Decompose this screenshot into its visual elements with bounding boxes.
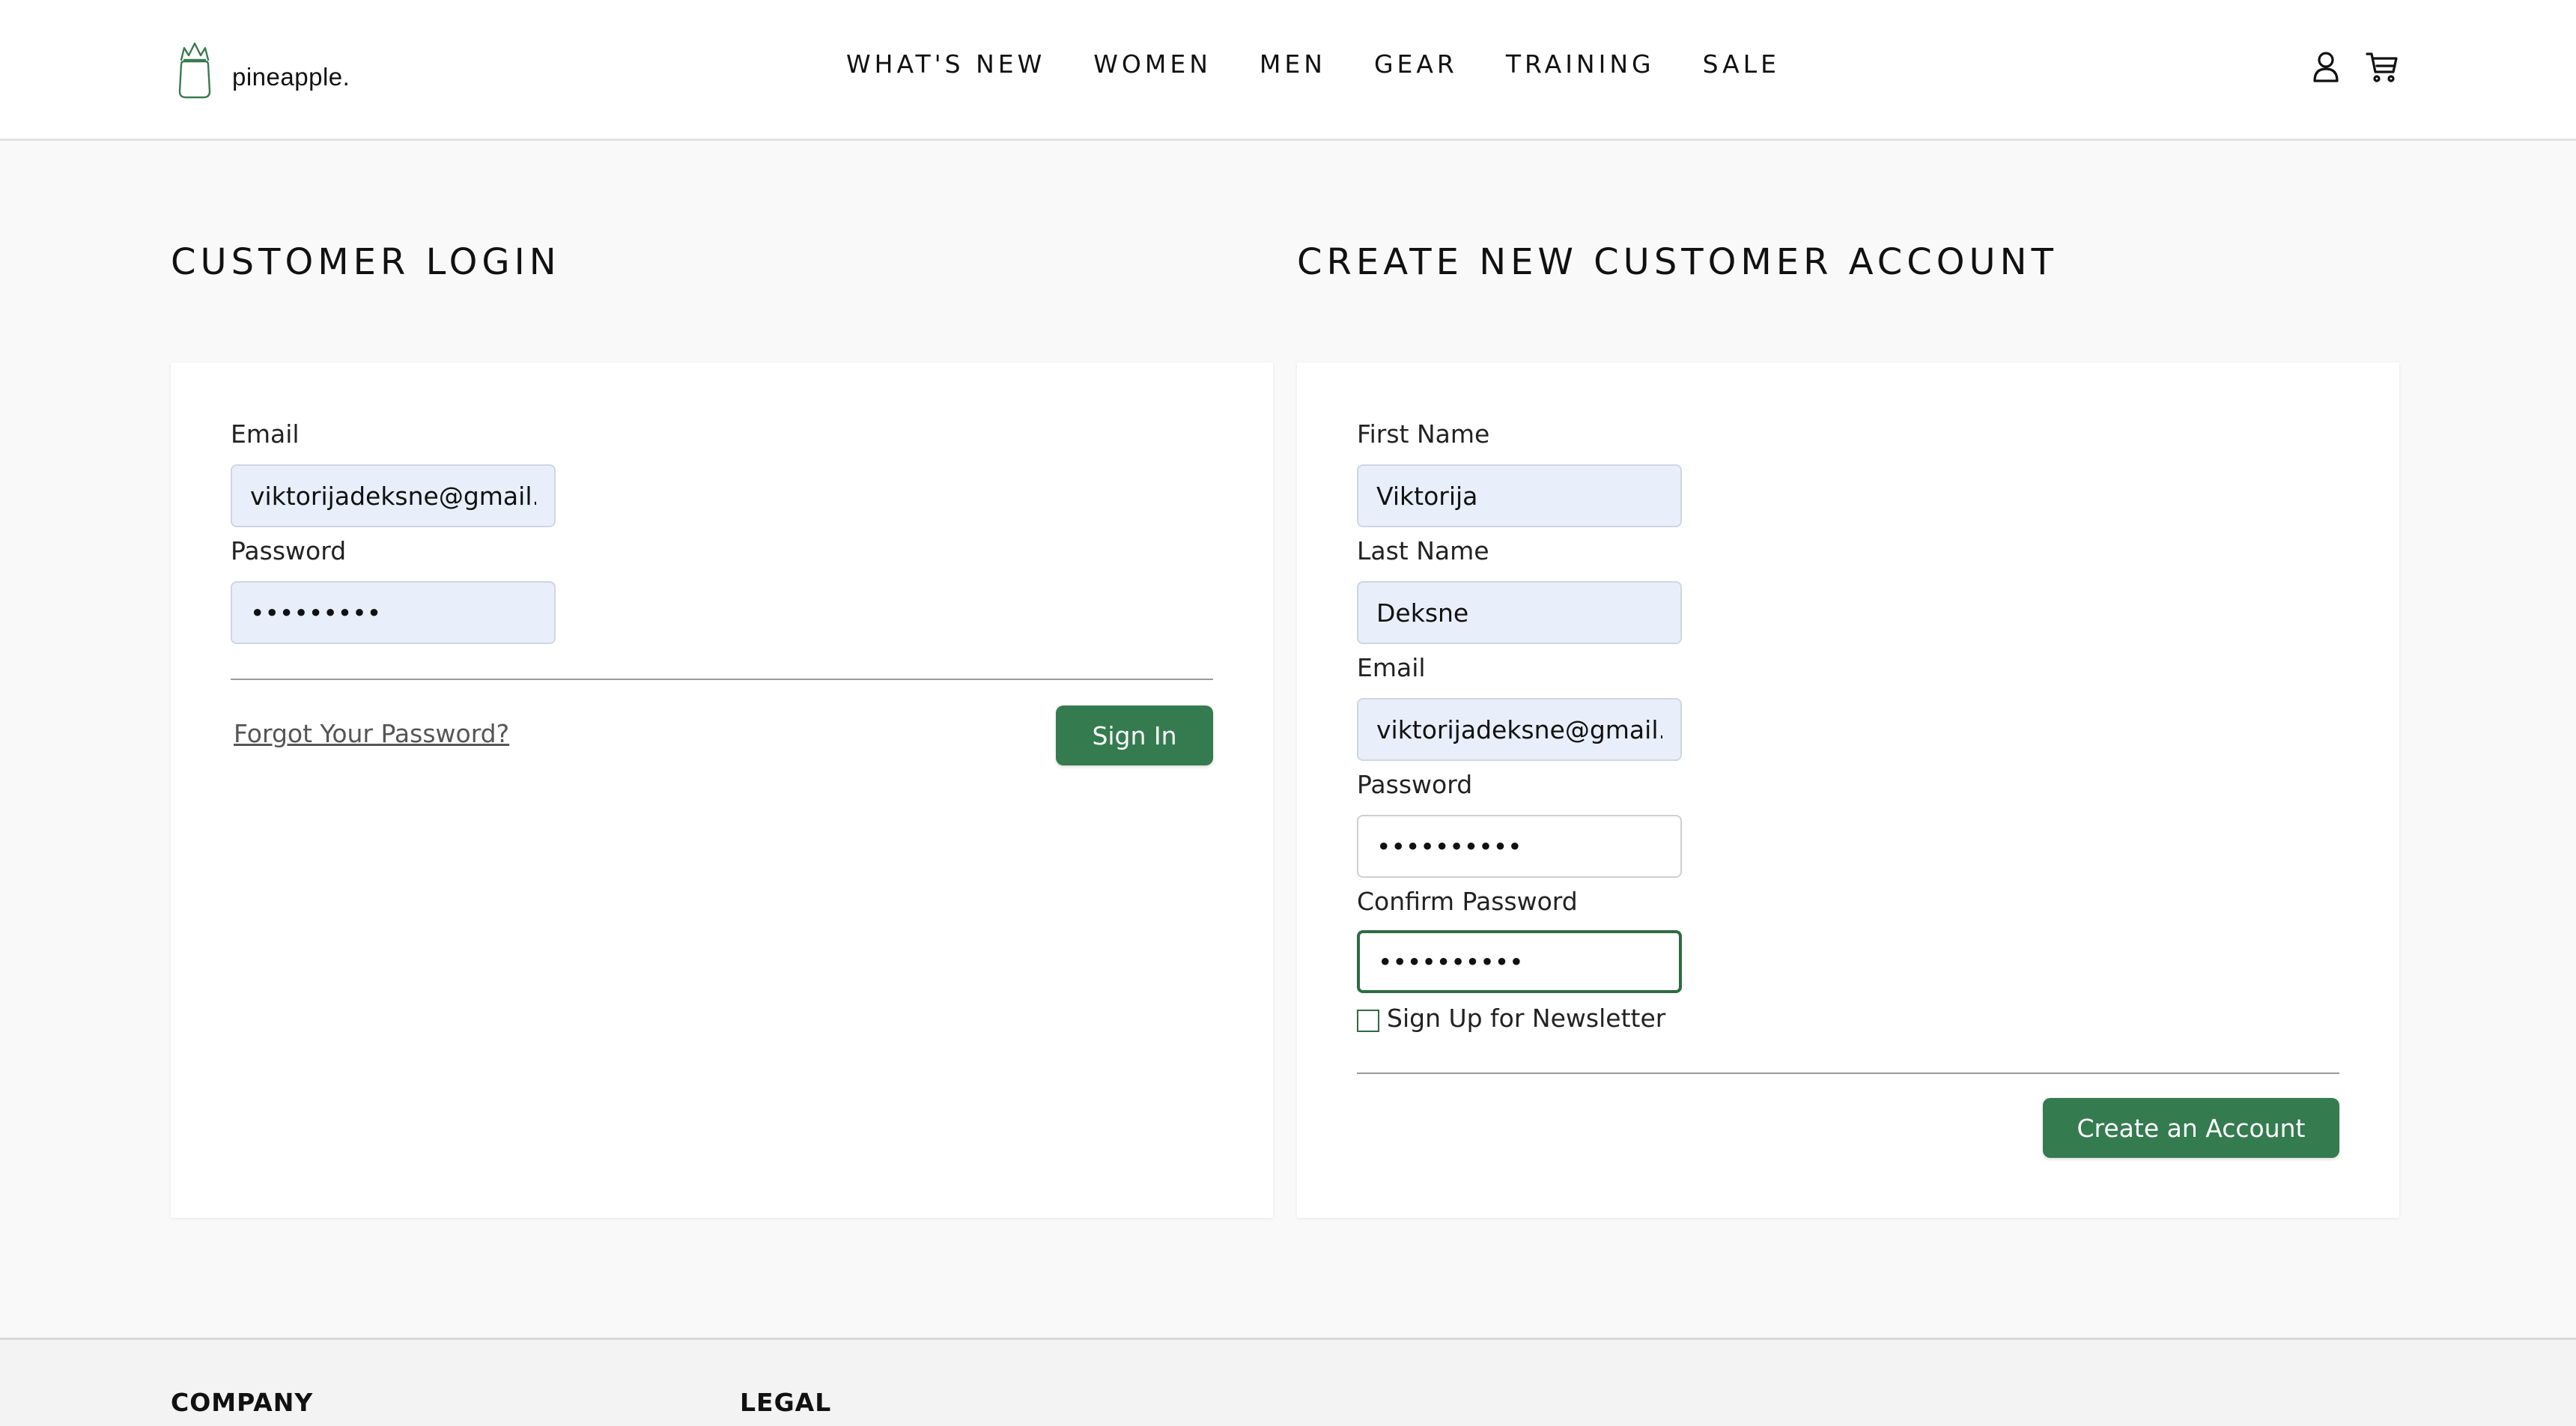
sign-in-button[interactable]: Sign In	[1056, 706, 1213, 765]
nav-item-sale[interactable]: SALE	[1703, 49, 1780, 79]
last-name-input[interactable]	[1357, 581, 1682, 644]
first-name-label: First Name	[1357, 419, 1490, 449]
last-name-label: Last Name	[1357, 536, 1489, 565]
register-password-input[interactable]	[1357, 815, 1682, 878]
brand-logo[interactable]: pineapple.	[174, 37, 350, 100]
login-divider	[231, 679, 1213, 680]
register-divider	[1357, 1072, 2339, 1074]
register-card: First Name Last Name Email Password Conf…	[1297, 362, 2399, 1218]
user-icon[interactable]	[2309, 49, 2342, 84]
forgot-password-link[interactable]: Forgot Your Password?	[234, 719, 509, 748]
footer-heading-company: COMPANY	[171, 1388, 314, 1417]
nav-item-men[interactable]: MEN	[1260, 49, 1326, 79]
login-email-input[interactable]	[231, 464, 556, 527]
nav-item-women[interactable]: WOMEN	[1093, 49, 1212, 79]
nav-item-whats-new[interactable]: WHAT'S NEW	[846, 49, 1045, 79]
confirm-password-input[interactable]	[1357, 930, 1682, 993]
first-name-input[interactable]	[1357, 464, 1682, 527]
site-footer: COMPANY LEGAL	[0, 1338, 2576, 1426]
newsletter-checkbox[interactable]	[1357, 1010, 1379, 1032]
login-card: Email Password Forgot Your Password? Sig…	[171, 362, 1273, 1218]
login-password-label: Password	[231, 536, 347, 565]
register-title: CREATE NEW CUSTOMER ACCOUNT	[1297, 241, 2058, 283]
nav-item-training[interactable]: TRAINING	[1506, 49, 1655, 79]
newsletter-label: Sign Up for Newsletter	[1387, 1004, 1666, 1033]
nav-item-gear[interactable]: GEAR	[1374, 49, 1458, 79]
main-nav: WHAT'S NEW WOMEN MEN GEAR TRAINING SALE	[846, 49, 1780, 79]
register-password-label: Password	[1357, 770, 1473, 799]
login-title: CUSTOMER LOGIN	[171, 241, 561, 283]
cart-icon[interactable]	[2365, 49, 2398, 84]
register-email-input[interactable]	[1357, 698, 1682, 761]
login-email-label: Email	[231, 419, 300, 449]
brand-name: pineapple.	[232, 63, 350, 91]
site-header: pineapple. WHAT'S NEW WOMEN MEN GEAR TRA…	[0, 0, 2576, 141]
footer-heading-legal: LEGAL	[740, 1388, 832, 1417]
confirm-password-label: Confirm Password	[1357, 887, 1578, 916]
register-email-label: Email	[1357, 653, 1426, 682]
create-account-button[interactable]: Create an Account	[2043, 1098, 2339, 1158]
header-actions	[2309, 49, 2398, 84]
login-password-input[interactable]	[231, 581, 556, 644]
pineapple-icon	[178, 42, 211, 99]
